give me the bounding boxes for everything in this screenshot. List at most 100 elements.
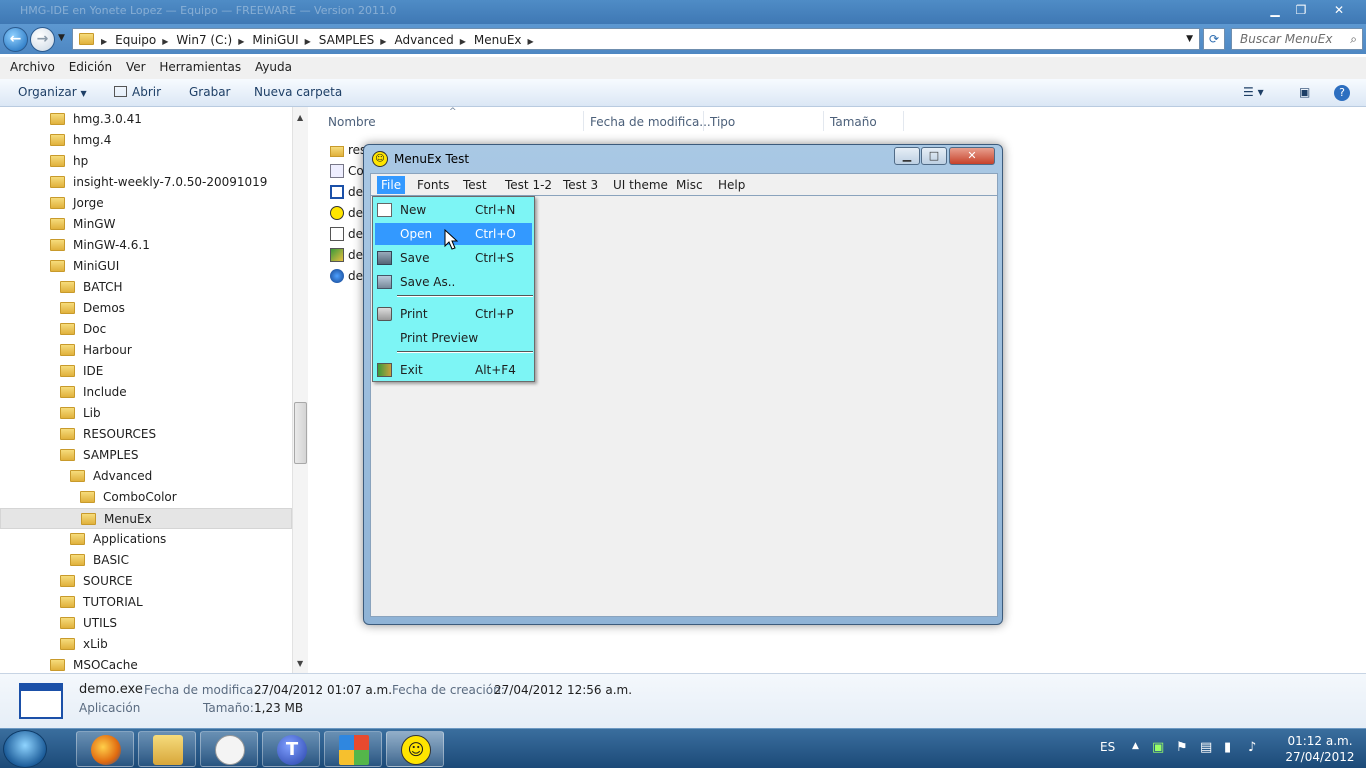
search-icon[interactable]: ⌕: [1350, 32, 1357, 47]
tree-item[interactable]: MenuEx: [0, 508, 292, 529]
tree-item[interactable]: Doc: [0, 319, 292, 340]
menuex-menu-test-1-2[interactable]: Test 1-2: [505, 178, 552, 192]
file-row[interactable]: de: [330, 182, 363, 203]
menu-ver[interactable]: Ver: [121, 57, 151, 74]
tree-item[interactable]: TUTORIAL: [0, 592, 292, 613]
tree-item[interactable]: SAMPLES: [0, 445, 292, 466]
action-center-flag-icon[interactable]: ⚑: [1176, 740, 1188, 755]
menu-item-print-preview[interactable]: Print Preview: [373, 327, 534, 349]
menuex-menu-test[interactable]: Test: [463, 178, 487, 192]
tree-item[interactable]: MSOCache: [0, 655, 292, 673]
breadcrumb-separator-icon[interactable]: ▶: [460, 37, 466, 46]
volume-icon[interactable]: ♪: [1248, 740, 1256, 755]
menu-archivo[interactable]: Archivo: [5, 57, 60, 74]
tree-item[interactable]: BASIC: [0, 550, 292, 571]
menuex-close-button[interactable]: ✕: [949, 147, 995, 165]
back-button[interactable]: ←: [3, 27, 28, 52]
breadcrumb-separator-icon[interactable]: ▶: [380, 37, 386, 46]
column-type[interactable]: Tipo: [710, 115, 735, 129]
forward-button[interactable]: →: [30, 27, 55, 52]
taskbar-app-t[interactable]: T: [262, 731, 320, 767]
taskbar-menuex[interactable]: ☺: [386, 731, 444, 767]
tree-item[interactable]: xLib: [0, 634, 292, 655]
tree-item[interactable]: UTILS: [0, 613, 292, 634]
column-date[interactable]: Fecha de modifica...: [590, 115, 711, 129]
tree-scrollbar[interactable]: ▲ ▼: [292, 107, 308, 673]
tree-item[interactable]: insight-weekly-7.0.50-20091019: [0, 172, 292, 193]
menuex-maximize-button[interactable]: □: [921, 147, 947, 165]
tree-item[interactable]: Include: [0, 382, 292, 403]
open-button[interactable]: Abrir: [114, 85, 161, 99]
menu-item-save-as[interactable]: Save As..: [373, 271, 534, 293]
breadcrumb-item[interactable]: Equipo: [115, 33, 156, 47]
menu-edicion[interactable]: Edición: [64, 57, 117, 74]
breadcrumb-item[interactable]: Advanced: [394, 33, 453, 47]
tree-item[interactable]: Advanced: [0, 466, 292, 487]
organize-button[interactable]: Organizar ▼: [18, 85, 87, 99]
breadcrumb-separator-icon[interactable]: ▶: [528, 37, 534, 46]
tree-item[interactable]: hp: [0, 151, 292, 172]
tree-item[interactable]: MiniGUI: [0, 256, 292, 277]
file-row[interactable]: de: [330, 203, 363, 224]
menu-item-exit[interactable]: Exit Alt+F4: [373, 359, 534, 381]
menuex-menu-help[interactable]: Help: [718, 178, 745, 192]
view-options-icon[interactable]: ☰ ▾: [1243, 85, 1264, 99]
refresh-button[interactable]: ⟳: [1203, 28, 1225, 50]
breadcrumb-separator-icon[interactable]: ▶: [162, 37, 168, 46]
tree-item[interactable]: BATCH: [0, 277, 292, 298]
menu-item-print[interactable]: Print Ctrl+P: [373, 303, 534, 325]
new-folder-button[interactable]: Nueva carpeta: [254, 85, 342, 99]
address-dropdown-icon[interactable]: ▼: [1186, 34, 1193, 44]
language-indicator[interactable]: ES: [1100, 740, 1115, 754]
clock[interactable]: 01:12 a.m. 27/04/2012: [1282, 733, 1358, 765]
show-hidden-icons-icon[interactable]: ▲: [1132, 741, 1139, 751]
breadcrumb-item[interactable]: SAMPLES: [319, 33, 375, 47]
network-icon[interactable]: ▮: [1224, 740, 1231, 755]
tree-item[interactable]: MinGW-4.6.1: [0, 235, 292, 256]
close-button[interactable]: ✕: [1326, 1, 1352, 19]
file-row[interactable]: de: [330, 245, 363, 266]
menu-herramientas[interactable]: Herramientas: [154, 57, 246, 74]
taskbar-explorer[interactable]: [138, 731, 196, 767]
breadcrumb-separator-icon[interactable]: ▶: [101, 37, 107, 46]
column-name[interactable]: Nombre: [328, 115, 376, 129]
search-input[interactable]: Buscar MenuEx ⌕: [1231, 28, 1363, 50]
tree-item[interactable]: SOURCE: [0, 571, 292, 592]
scrollbar-thumb[interactable]: [294, 402, 307, 464]
breadcrumb-item[interactable]: MenuEx: [474, 33, 522, 47]
recent-pages-dropdown[interactable]: ▼: [58, 33, 65, 43]
address-bar[interactable]: ▶ Equipo ▶ Win7 (C:) ▶ MiniGUI ▶ SAMPLES ▶ Advanc…: [72, 28, 1200, 50]
menu-item-new[interactable]: New Ctrl+N: [373, 199, 534, 221]
breadcrumb-item[interactable]: Win7 (C:): [176, 33, 232, 47]
menuex-menu-file[interactable]: File: [377, 176, 406, 194]
minimize-button[interactable]: ▁: [1262, 1, 1288, 19]
menuex-menu-misc[interactable]: Misc: [676, 178, 703, 192]
burn-button[interactable]: Grabar: [189, 85, 231, 99]
tree-item[interactable]: ComboColor: [0, 487, 292, 508]
taskbar-app-bunny[interactable]: [200, 731, 258, 767]
file-row[interactable]: de: [330, 266, 363, 287]
maximize-button[interactable]: ❐: [1288, 1, 1314, 19]
preview-pane-icon[interactable]: ▣: [1299, 85, 1310, 99]
tree-item[interactable]: Harbour: [0, 340, 292, 361]
taskbar-windows-app[interactable]: [324, 731, 382, 767]
tray-app-icon[interactable]: ▣: [1152, 740, 1164, 755]
tree-item[interactable]: Demos: [0, 298, 292, 319]
breadcrumb-separator-icon[interactable]: ▶: [305, 37, 311, 46]
breadcrumb-separator-icon[interactable]: ▶: [238, 37, 244, 46]
tree-item[interactable]: Applications: [0, 529, 292, 550]
scroll-down-icon[interactable]: ▼: [297, 659, 303, 668]
menu-ayuda[interactable]: Ayuda: [250, 57, 297, 74]
device-icon[interactable]: ▤: [1200, 740, 1212, 755]
tree-item[interactable]: IDE: [0, 361, 292, 382]
file-row[interactable]: res: [330, 140, 366, 161]
taskbar-firefox[interactable]: [76, 731, 134, 767]
menuex-menu-test-3[interactable]: Test 3: [563, 178, 598, 192]
scroll-up-icon[interactable]: ▲: [297, 113, 303, 122]
breadcrumb-item[interactable]: MiniGUI: [252, 33, 298, 47]
file-row[interactable]: Co: [330, 161, 364, 182]
file-row[interactable]: de: [330, 224, 363, 245]
tree-item[interactable]: Lib: [0, 403, 292, 424]
menuex-menu-ui-theme[interactable]: UI theme: [613, 178, 668, 192]
tree-item[interactable]: Jorge: [0, 193, 292, 214]
